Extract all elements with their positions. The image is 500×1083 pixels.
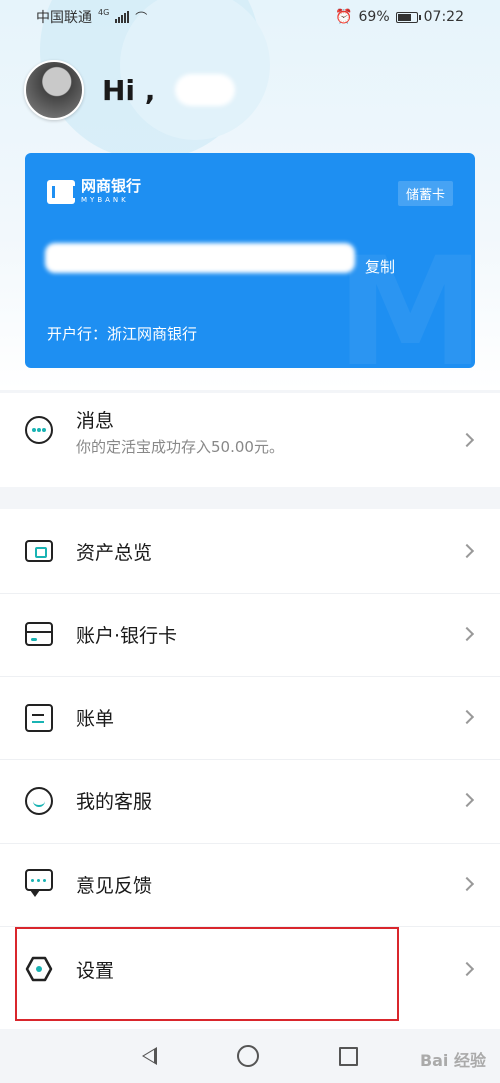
battery-percent: 69% xyxy=(358,9,390,25)
chevron-right-icon xyxy=(459,961,475,977)
profile-header: Hi , xyxy=(24,60,236,120)
chevron-right-icon xyxy=(459,709,475,725)
branch-label: 开户行：浙江网商银行 xyxy=(47,325,198,343)
menu-item-assets[interactable]: 资产总览 xyxy=(0,509,500,593)
avatar[interactable] xyxy=(24,60,84,120)
bank-card[interactable]: M 网商银行 MYBANK 储蓄卡 复制 开户行：浙江网商银行 xyxy=(25,153,475,368)
service-icon xyxy=(25,787,53,815)
feedback-icon xyxy=(25,869,53,897)
highlight-box xyxy=(15,927,399,1021)
card-icon xyxy=(25,622,53,646)
menu-item-bills[interactable]: 账单 xyxy=(0,676,500,759)
baidu-watermark-logo: Bai 经验 xyxy=(419,1051,486,1070)
menu-label: 账户·银行卡 xyxy=(76,625,178,647)
wifi-icon: ⌒ xyxy=(135,10,148,25)
carrier-name: 中国联通 xyxy=(36,10,92,26)
copy-button[interactable]: 复制 xyxy=(365,256,395,277)
message-title: 消息 xyxy=(76,410,115,432)
recent-apps-icon[interactable] xyxy=(339,1046,358,1066)
message-preview: 你的定活宝成功存入50.00元。 xyxy=(76,438,284,456)
message-row[interactable]: 消息 你的定活宝成功存入50.00元。 xyxy=(0,393,500,487)
greeting-text: Hi , xyxy=(102,73,156,107)
menu-label: 账单 xyxy=(76,708,115,730)
redacted-card-number xyxy=(45,243,355,273)
bill-icon xyxy=(25,704,53,732)
home-icon[interactable] xyxy=(237,1045,259,1067)
chevron-right-icon xyxy=(459,626,475,642)
chevron-right-icon xyxy=(459,543,475,559)
menu-item-service[interactable]: 我的客服 xyxy=(0,759,500,843)
back-icon[interactable] xyxy=(142,1047,157,1065)
bank-logo: 网商银行 MYBANK xyxy=(47,179,141,204)
menu-item-feedback[interactable]: 意见反馈 xyxy=(0,843,500,926)
message-icon xyxy=(25,416,53,444)
chevron-right-icon xyxy=(459,432,475,448)
card-logo-watermark: M xyxy=(335,226,475,368)
bank-name-en: MYBANK xyxy=(81,196,129,204)
menu-label: 我的客服 xyxy=(76,791,153,813)
signal-icon xyxy=(115,11,130,23)
wallet-icon xyxy=(25,540,53,562)
status-bar: 中国联通 4G ⌒ ⏰ 69% 07:22 xyxy=(0,0,500,34)
menu-label: 资产总览 xyxy=(76,542,153,564)
menu-item-accounts[interactable]: 账户·银行卡 xyxy=(0,593,500,676)
menu-label: 意见反馈 xyxy=(76,875,153,897)
network-type: 4G xyxy=(98,7,110,17)
battery-icon xyxy=(395,11,421,23)
chevron-right-icon xyxy=(459,792,475,808)
bank-name: 网商银行 xyxy=(81,177,142,195)
redacted-username xyxy=(175,74,236,106)
clock: 07:22 xyxy=(423,9,464,25)
chevron-right-icon xyxy=(459,876,475,892)
card-type-badge: 储蓄卡 xyxy=(397,181,453,206)
alarm-icon: ⏰ xyxy=(335,9,353,25)
mybank-logo-icon xyxy=(47,179,76,204)
